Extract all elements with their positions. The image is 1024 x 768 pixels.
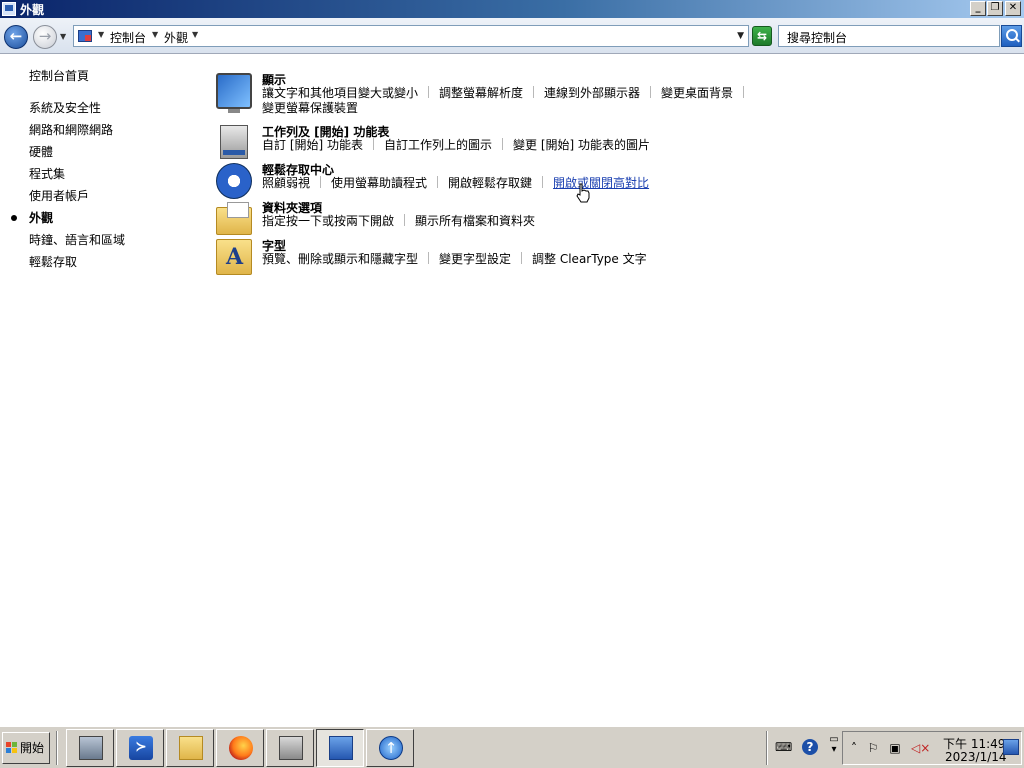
show-hidden-icons-icon[interactable]: ˄ [846,740,862,756]
category-links-display: 讓文字和其他項目變大或變小 調整螢幕解析度 連線到外部顯示器 變更桌面背景 變更螢幕保… [262,86,782,116]
link-single-double-click[interactable]: 指定按一下或按兩下開啟 [262,214,394,228]
address-bar: ← → ▼ ▼ 控制台 ▼ 外觀 ▼ ▼ ⇆ 搜尋控制台 [0,18,1024,54]
link-make-text-larger[interactable]: 讓文字和其他項目變大或變小 [262,86,418,100]
link-show-hidden-files[interactable]: 顯示所有檔案和資料夾 [415,214,535,228]
taskbar-divider [56,731,58,765]
category-links-folder-options: 指定按一下或按兩下開啟 顯示所有檔案和資料夾 [262,214,782,229]
chevron-down-icon[interactable]: ▼ [152,30,158,39]
refresh-button[interactable]: ⇆ [752,26,772,46]
breadcrumb[interactable]: ▼ 控制台 ▼ 外觀 ▼ ▼ [73,25,749,47]
firefox-icon [229,736,253,760]
link-use-screen-reader[interactable]: 使用螢幕助讀程式 [331,176,427,190]
minimize-button[interactable]: _ [970,1,986,16]
taskbar-app-control-panel[interactable] [316,729,364,767]
link-adjust-cleartype[interactable]: 調整 ClearType 文字 [532,252,647,266]
recent-pages-dropdown[interactable]: ▼ [60,32,66,41]
control-panel-crumb-icon [78,30,92,42]
breadcrumb-item-appearance[interactable]: 外觀 [164,29,188,46]
link-change-screen-saver[interactable]: 變更螢幕保護裝置 [262,101,358,115]
folder-options-icon[interactable] [216,202,252,235]
admin-tools-icon [279,736,303,760]
language-bar-options-icon[interactable]: ▭ ▾ [826,735,842,755]
current-page-bullet-icon [11,215,17,221]
taskbar-divider [766,731,768,765]
taskbar-app-admin-tools[interactable] [266,729,314,767]
taskbar-app-firefox[interactable] [216,729,264,767]
control-panel-window-icon [2,2,16,16]
chevron-down-icon[interactable]: ▼ [98,30,104,39]
clock-date[interactable]: 2023/1/14 [945,750,1007,764]
start-button[interactable]: 開始 [2,732,50,764]
breadcrumb-item-control-panel[interactable]: 控制台 [110,29,146,46]
category-links-taskbar: 自訂 [開始] 功能表 自訂工作列上的圖示 變更 [開始] 功能表的圖片 [262,138,782,153]
show-desktop-icon[interactable] [1003,739,1019,755]
nav-item-programs[interactable]: 程式集 [29,165,65,182]
title-bar: 外觀 _ ❐ ✕ [0,0,1024,18]
taskbar-app-powershell[interactable]: ≻ [116,729,164,767]
ease-of-access-icon[interactable] [216,163,252,199]
taskbar-icon[interactable] [220,125,248,159]
help-icon[interactable]: ? [802,739,818,755]
powershell-icon: ≻ [129,736,153,760]
link-adjust-resolution[interactable]: 調整螢幕解析度 [439,86,523,100]
taskbar-app-windows-update[interactable]: ↑ [366,729,414,767]
link-change-start-menu-picture[interactable]: 變更 [開始] 功能表的圖片 [513,138,650,152]
category-display: 顯示 讓文字和其他項目變大或變小 調整螢幕解析度 連線到外部顯示器 變更桌面背景 變更… [216,71,996,115]
hand-cursor-icon [576,183,590,203]
left-navigation: 控制台首頁 系統及安全性 網路和網際網路 硬體 程式集 使用者帳戶 外觀 時鐘、… [0,56,210,716]
start-label: 開始 [20,741,45,755]
link-customize-taskbar-icons[interactable]: 自訂工作列上的圖示 [384,138,492,152]
nav-item-control-panel-home[interactable]: 控制台首頁 [29,67,89,84]
monitor-icon[interactable] [216,73,252,113]
taskbar-app-file-explorer[interactable] [166,729,214,767]
category-fonts: 字型 預覽、刪除或顯示和隱藏字型變更字型設定調整 ClearType 文字 [216,237,996,281]
nav-item-ease-of-access[interactable]: 輕鬆存取 [29,253,77,270]
link-change-desktop-background[interactable]: 變更桌面背景 [661,86,733,100]
nav-item-appearance: 外觀 [29,211,54,225]
link-customize-start-menu[interactable]: 自訂 [開始] 功能表 [262,138,363,152]
forward-button[interactable]: → [33,25,57,49]
system-tray: ˄ ⚐ ▣ ◁× 下午 11:49 2023/1/14 [842,731,1022,765]
address-history-dropdown[interactable]: ▼ [737,31,744,41]
link-connect-external-display[interactable]: 連線到外部顯示器 [544,86,640,100]
link-change-font-settings[interactable]: 變更字型設定 [439,252,511,266]
close-button[interactable]: ✕ [1005,1,1021,16]
link-preview-delete-fonts[interactable]: 預覽、刪除或顯示和隱藏字型 [262,252,418,266]
nav-item-hardware[interactable]: 硬體 [29,143,53,160]
chevron-down-icon[interactable]: ▼ [192,30,198,39]
network-icon[interactable]: ▣ [887,740,903,756]
windows-update-icon: ↑ [379,736,403,760]
control-panel-icon [329,736,353,760]
link-turn-on-easy-access-keys[interactable]: 開啟輕鬆存取鍵 [448,176,532,190]
taskbar-app-server-manager[interactable] [66,729,114,767]
nav-item-clock-language-region[interactable]: 時鐘、語言和區域 [29,231,125,248]
category-links-fonts: 預覽、刪除或顯示和隱藏字型 變更字型設定 調整 ClearType 文字 [262,252,782,267]
link-toggle-high-contrast[interactable]: 開啟或關閉高對比 [553,176,649,190]
nav-item-user-accounts[interactable]: 使用者帳戶 [29,187,89,204]
action-center-flag-icon[interactable]: ⚐ [865,740,881,756]
nav-item-network-internet[interactable]: 網路和網際網路 [29,121,113,138]
category-links-ease-of-access: 照顧弱視 使用螢幕助讀程式 開啟輕鬆存取鍵 開啟或關閉高對比 [262,176,782,191]
search-icon[interactable] [1001,25,1022,47]
file-explorer-icon [179,736,203,760]
fonts-icon[interactable] [216,239,252,275]
volume-muted-icon[interactable]: ◁× [911,740,930,756]
windows-logo-icon [6,742,18,754]
nav-item-system-security[interactable]: 系統及安全性 [29,99,101,116]
window-title: 外觀 [20,3,45,17]
keyboard-icon[interactable]: ⌨ [775,739,792,755]
search-input[interactable]: 搜尋控制台 [778,25,1000,47]
restore-button[interactable]: ❐ [987,1,1003,16]
server-manager-icon [79,736,103,760]
taskbar: 開始 ≻ ↑ ⌨ ? ▭ ▾ ˄ ⚐ ▣ ◁× 下午 11:49 2023/1/1… [0,726,1024,768]
category-list: 顯示 讓文字和其他項目變大或變小 調整螢幕解析度 連線到外部顯示器 變更桌面背景 變更… [216,56,1016,716]
back-button[interactable]: ← [4,25,28,49]
link-accommodate-low-vision[interactable]: 照顧弱視 [262,176,310,190]
